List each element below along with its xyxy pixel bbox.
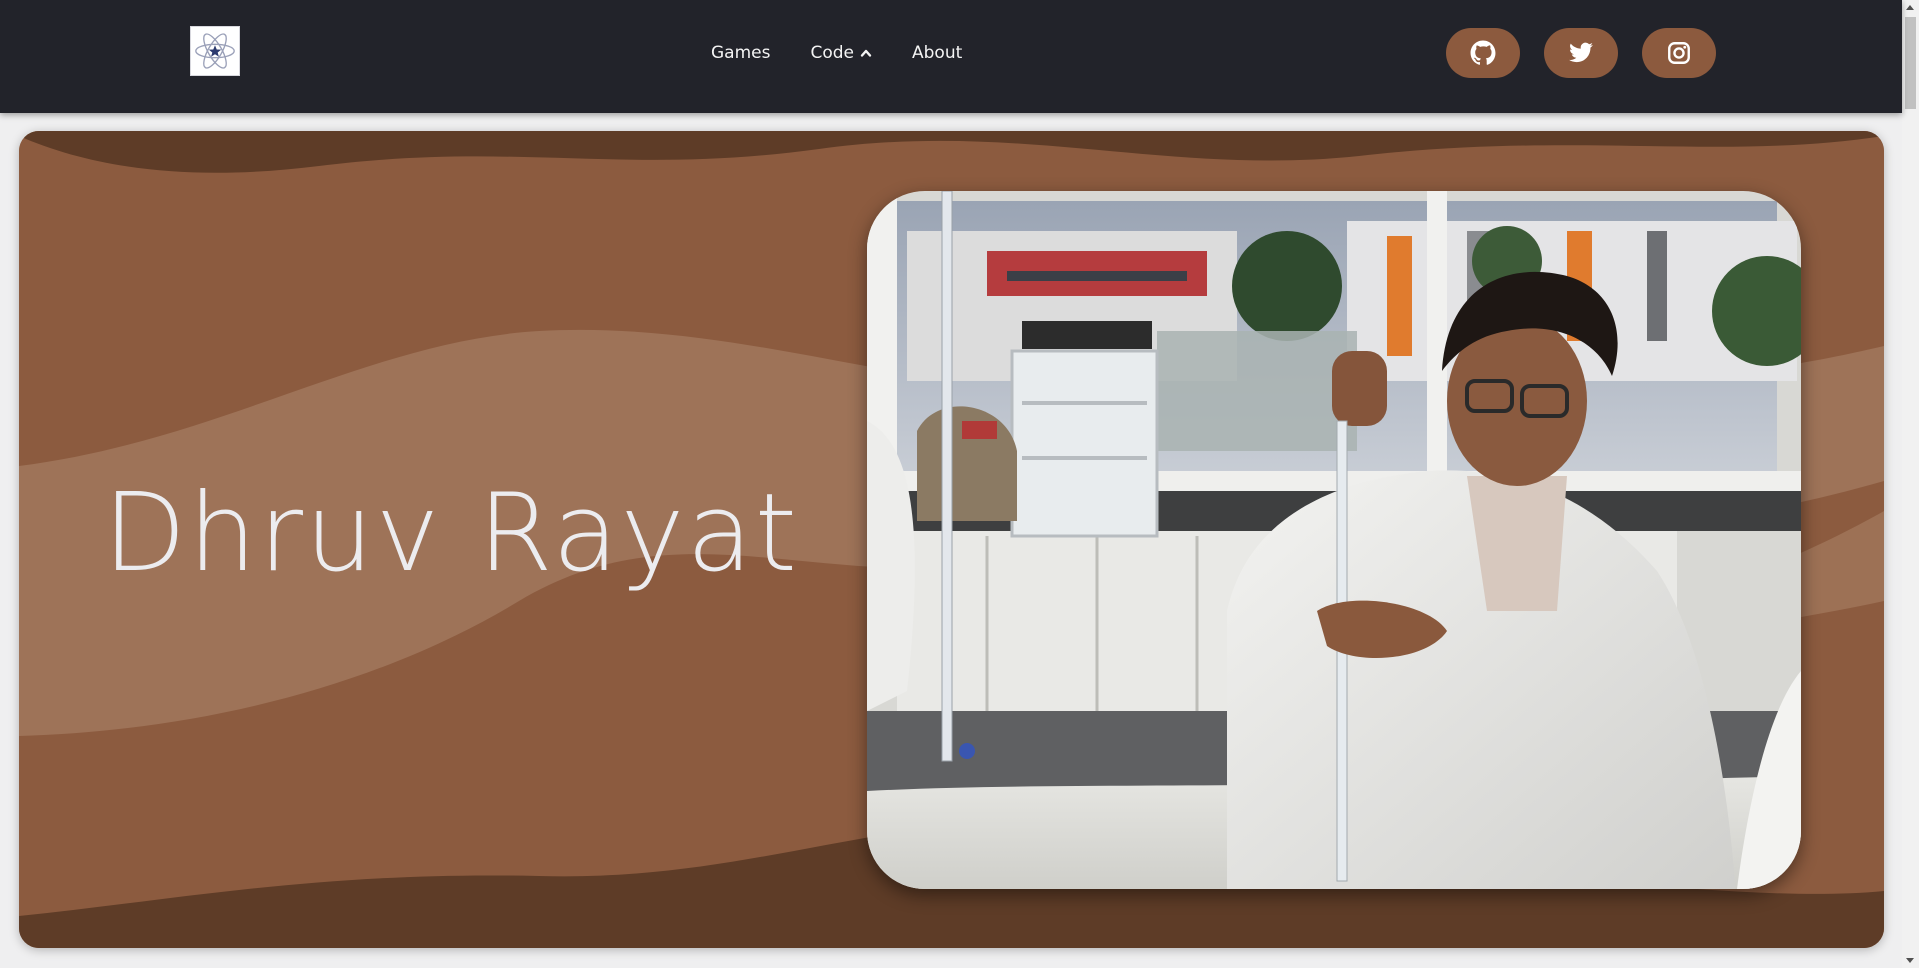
- profile-photo: [867, 191, 1801, 889]
- scroll-down-arrow-icon[interactable]: [1906, 958, 1914, 963]
- instagram-icon: [1668, 42, 1690, 64]
- instagram-button[interactable]: [1642, 28, 1716, 78]
- nav-code-label: Code: [810, 43, 854, 63]
- atom-logo-icon: [195, 33, 235, 69]
- nav-about-label: About: [912, 43, 963, 63]
- top-navigation-bar: Games Code About: [0, 0, 1902, 113]
- nav-games-label: Games: [711, 43, 771, 63]
- nav-games[interactable]: Games: [711, 43, 770, 63]
- hero-title: Dhruv Rayat: [103, 471, 799, 596]
- twitter-button[interactable]: [1544, 28, 1618, 78]
- twitter-icon: [1569, 42, 1593, 63]
- scroll-thumb[interactable]: [1905, 17, 1916, 109]
- social-links: [1446, 28, 1716, 78]
- nav-about[interactable]: About: [912, 43, 962, 63]
- github-icon: [1470, 40, 1496, 65]
- site-logo[interactable]: [190, 26, 240, 76]
- github-button[interactable]: [1446, 28, 1520, 78]
- main-nav: Games Code About: [711, 40, 962, 66]
- hero-section: Dhruv Rayat: [19, 131, 1884, 948]
- page-scrollbar[interactable]: [1902, 0, 1919, 968]
- scroll-up-arrow-icon[interactable]: [1906, 5, 1914, 10]
- nav-code-dropdown[interactable]: Code: [810, 43, 872, 63]
- lab-photo-image: [867, 191, 1801, 889]
- chevron-up-icon: [860, 49, 872, 57]
